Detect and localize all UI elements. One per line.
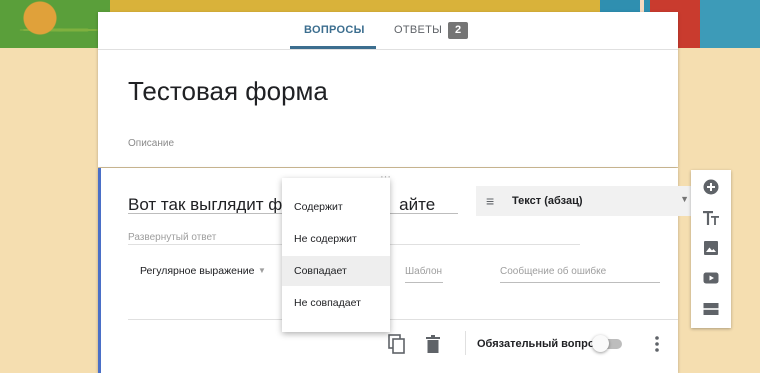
add-title-icon[interactable] [703,210,719,226]
required-toggle[interactable] [592,335,609,352]
add-video-icon[interactable] [703,270,719,286]
paragraph-icon: ≡ [486,193,495,209]
validation-condition-menu: Содержит Не содержит Совпадает Не совпад… [282,178,390,332]
tab-answers[interactable]: ОТВЕТЫ [394,24,442,36]
active-question-indicator [98,168,101,373]
validation-type-select[interactable]: Регулярное выражение [140,265,254,277]
required-label: Обязательный вопрос [477,338,601,350]
trash-icon[interactable] [426,335,440,353]
tab-bar: ВОПРОСЫ ОТВЕТЫ 2 [98,12,678,50]
question-type-select[interactable]: ≡ Текст (абзац) ▼ [476,186,701,216]
add-section-icon[interactable] [703,301,719,317]
footer-divider [128,319,678,320]
menu-item-not-contains[interactable]: Не содержит [282,224,390,254]
error-message-underline [500,282,660,283]
menu-item-matches[interactable]: Совпадает [282,256,390,286]
menu-item-contains[interactable]: Содержит [282,192,390,222]
answers-count-badge: 2 [448,22,468,39]
menu-item-not-matches[interactable]: Не совпадает [282,288,390,318]
pattern-input[interactable]: Шаблон [405,266,442,277]
question-type-label: Текст (абзац) [512,195,583,207]
pattern-underline [405,282,443,283]
add-question-icon[interactable] [703,179,719,195]
floating-toolbar [691,170,731,328]
duplicate-icon[interactable] [388,334,406,354]
validation-chevron-down-icon[interactable]: ▼ [258,266,266,275]
active-tab-indicator [290,46,376,49]
form-header-card: ВОПРОСЫ ОТВЕТЫ 2 Тестовая форма Описание [98,12,678,167]
answer-hint: Развернутый ответ [128,232,217,243]
question-title-end: айте [399,195,436,214]
form-description-input[interactable]: Описание [128,138,174,149]
add-image-icon[interactable] [703,240,719,256]
more-vert-icon[interactable] [654,335,660,353]
chevron-down-icon: ▼ [680,194,689,204]
footer-vertical-divider [465,331,466,355]
error-message-input[interactable]: Сообщение об ошибке [500,266,606,277]
question-title-start: Вот так выглядит фор [128,195,302,214]
form-title-input[interactable]: Тестовая форма [128,76,328,107]
tab-questions[interactable]: ВОПРОСЫ [304,24,365,36]
